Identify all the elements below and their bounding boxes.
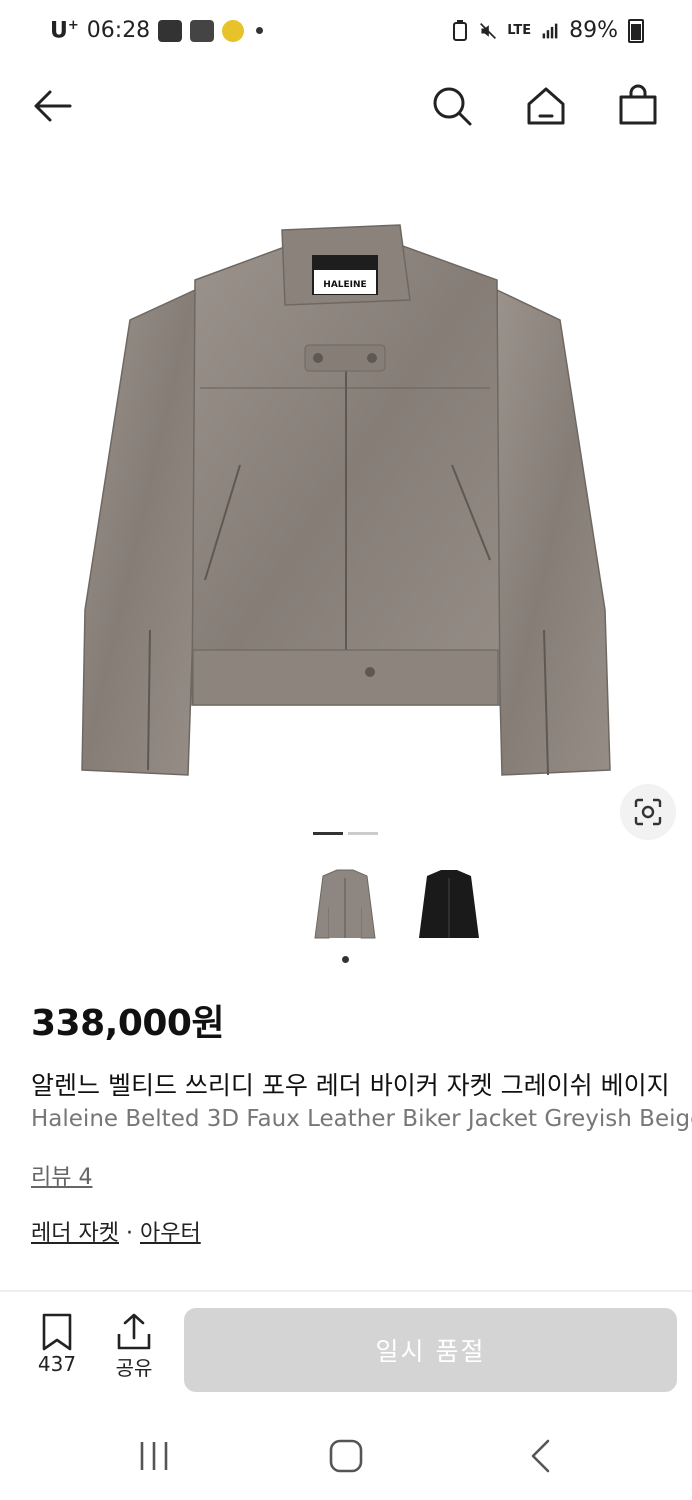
carousel-indicator-inactive: [348, 832, 378, 835]
jacket-thumbnail-black: [419, 870, 479, 938]
battery-icon: [628, 18, 644, 43]
bookmark-icon: [42, 1313, 72, 1351]
search-icon: [433, 87, 472, 126]
network-type: LTE: [507, 23, 532, 38]
back-nav-icon[interactable]: [520, 1438, 560, 1474]
jacket-thumbnail-grey: [314, 869, 376, 939]
bottom-action-bar: 437 공유 일시 품절: [0, 1296, 692, 1406]
product-price: 338,000원: [31, 1003, 225, 1044]
soldout-button[interactable]: 일시 품절: [184, 1308, 677, 1392]
product-image: HALEINE: [81, 224, 611, 776]
home-nav-icon[interactable]: [326, 1438, 366, 1474]
save-count: 437: [37, 1352, 77, 1376]
color-option-black[interactable]: [410, 866, 488, 946]
color-options: [306, 866, 488, 946]
search-button[interactable]: [430, 84, 474, 128]
tmoney-icon: [158, 19, 183, 42]
category-link-leather-jacket[interactable]: 레더 자켓: [31, 1221, 119, 1246]
pill-icon: [217, 15, 249, 47]
mute-icon: [480, 22, 497, 39]
lens-icon: [634, 798, 662, 826]
battery-percent: 89%: [569, 18, 618, 43]
status-left: U+ 06:28: [50, 15, 264, 47]
status-right: LTE 89%: [451, 18, 644, 43]
back-arrow-icon: [34, 90, 72, 122]
back-button[interactable]: [30, 84, 74, 128]
color-option-greyish-beige[interactable]: [306, 866, 384, 946]
home-icon: [527, 87, 565, 125]
category-link-outer[interactable]: 아우터: [140, 1221, 201, 1246]
share-label: 공유: [115, 1356, 153, 1380]
recent-apps-icon[interactable]: [134, 1438, 174, 1474]
cart-button[interactable]: [616, 84, 660, 128]
brand-label: HALEINE: [323, 280, 366, 290]
category-breadcrumb: 레더 자켓 · 아우터: [31, 1215, 201, 1247]
carrier: U+: [50, 18, 79, 44]
product-title-en: Haleine Belted 3D Faux Leather Biker Jac…: [31, 1106, 692, 1132]
carousel-indicator-active: [313, 832, 343, 835]
product-image-carousel[interactable]: HALEINE: [0, 170, 692, 820]
top-navigation: [0, 70, 692, 142]
gallery-icon: [190, 19, 215, 42]
signal-icon: [542, 23, 558, 38]
system-navigation-bar: [0, 1410, 692, 1500]
image-search-button[interactable]: [620, 784, 676, 840]
status-bar: U+ 06:28 LTE 89%: [0, 0, 692, 66]
share-icon: [117, 1313, 151, 1350]
reviews-link[interactable]: 리뷰 4: [31, 1159, 92, 1191]
selected-thumbnail-dot: [342, 956, 349, 963]
clock: 06:28: [86, 18, 151, 44]
more-notifications-icon: [256, 27, 264, 35]
divider: [0, 1290, 692, 1292]
category-separator: ·: [125, 1221, 133, 1246]
save-button[interactable]: 437: [27, 1312, 87, 1376]
share-button[interactable]: 공유: [104, 1312, 164, 1381]
product-title-ko: 알렌느 벨티드 쓰리디 포우 레더 바이커 자켓 그레이쉬 베이지: [31, 1071, 670, 1100]
shopping-bag-icon: [619, 84, 657, 125]
home-button[interactable]: [524, 84, 568, 128]
battery-saver-icon: [453, 19, 468, 41]
